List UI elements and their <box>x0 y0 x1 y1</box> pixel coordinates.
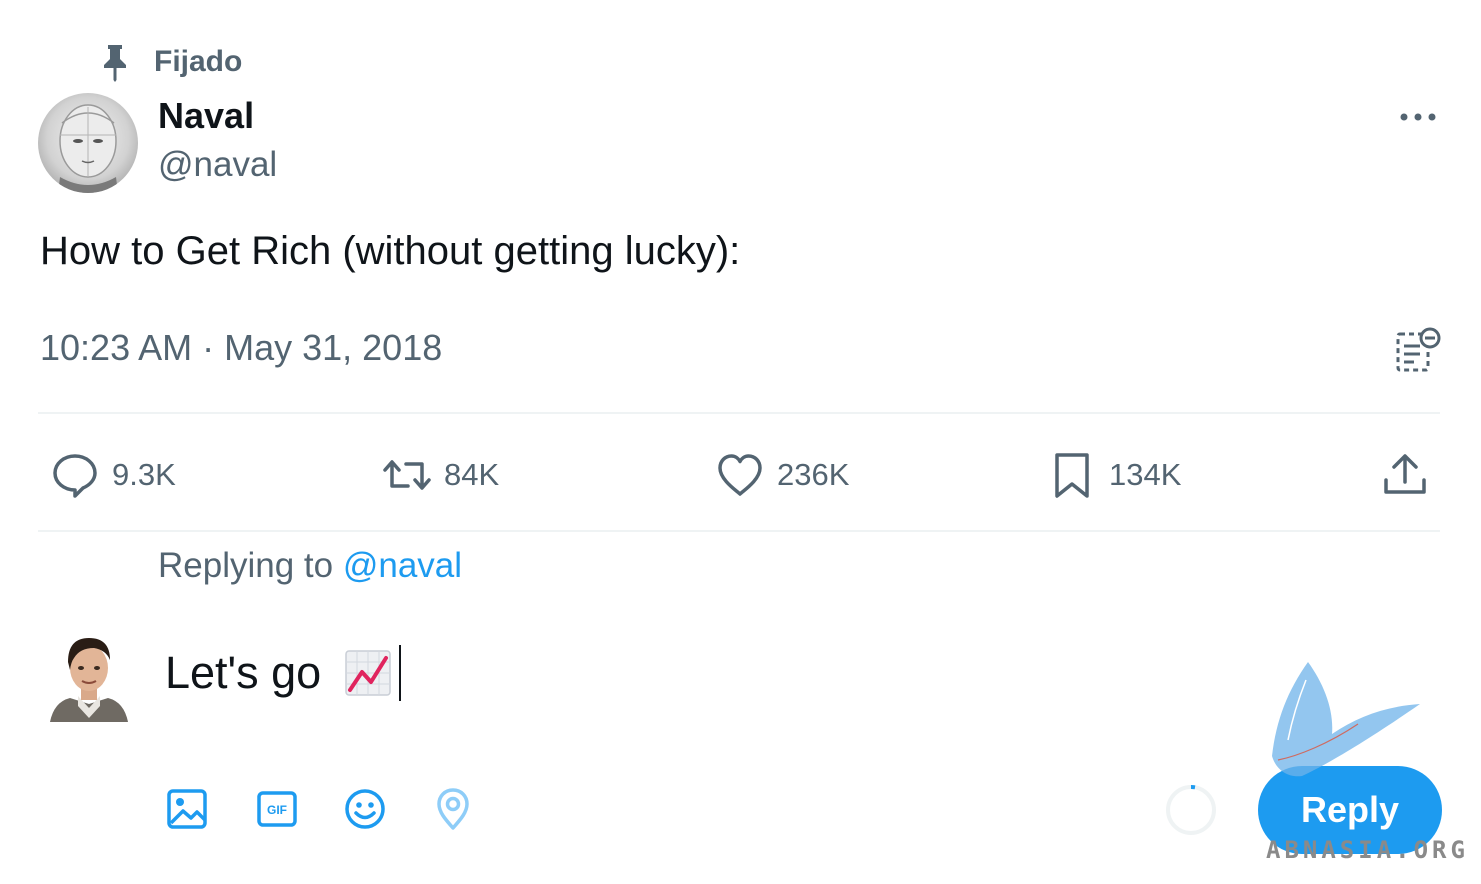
tweet-text: How to Get Rich (without getting lucky): <box>40 229 741 273</box>
replying-to-mention[interactable]: @naval <box>343 546 462 585</box>
bookmark-count: 134K <box>1109 457 1182 492</box>
share-action[interactable] <box>1380 445 1430 505</box>
image-icon <box>167 789 207 829</box>
more-icon <box>1400 113 1436 121</box>
chart-increasing-emoji <box>345 650 391 696</box>
reply-draft-text: Let's go <box>165 647 322 698</box>
text-caret <box>399 645 402 701</box>
reply-action[interactable]: 9.3K <box>50 445 176 505</box>
analytics-icon <box>1396 327 1441 372</box>
watermark-text: ABNASIA.ORG <box>1266 836 1469 864</box>
author-avatar[interactable] <box>38 93 138 193</box>
author-handle[interactable]: @naval <box>158 145 277 185</box>
location-button[interactable] <box>430 786 476 832</box>
replying-to-context: Replying to @naval <box>158 546 462 586</box>
like-action[interactable]: 236K <box>715 445 849 505</box>
character-progress-ring <box>1166 785 1216 835</box>
tweet-timestamp[interactable]: 10:23 AM · May 31, 2018 <box>40 327 442 369</box>
post-analytics-icon[interactable] <box>1392 324 1444 376</box>
emoji-icon <box>345 789 385 829</box>
user-avatar[interactable] <box>48 632 130 722</box>
retweet-icon <box>383 460 431 490</box>
comment-icon <box>53 454 97 498</box>
retweet-count: 84K <box>444 457 500 492</box>
avatar-image <box>58 104 118 193</box>
more-options-button[interactable] <box>1393 97 1443 137</box>
bookmark-icon <box>1055 453 1089 498</box>
reply-input[interactable]: Let's go <box>165 645 402 701</box>
pinned-label: Fijado <box>154 45 243 78</box>
media-button[interactable] <box>164 786 210 832</box>
bookmark-action[interactable]: 134K <box>1047 445 1181 505</box>
replying-to-label: Replying to <box>158 546 343 585</box>
location-icon <box>437 788 469 830</box>
heart-icon <box>718 454 762 496</box>
svg-text:GIF: GIF <box>267 803 287 817</box>
retweet-action[interactable]: 84K <box>382 445 499 505</box>
emoji-button[interactable] <box>342 786 388 832</box>
author-name[interactable]: Naval <box>158 95 254 137</box>
reply-count: 9.3K <box>112 457 176 492</box>
watermark-bird-logo <box>1272 662 1420 777</box>
pinned-indicator: Fijado <box>100 40 242 84</box>
divider <box>38 530 1440 532</box>
divider <box>38 412 1440 414</box>
pin-icon <box>104 45 126 82</box>
gif-icon: GIF <box>257 791 297 827</box>
avatar-image <box>50 638 128 722</box>
like-count: 236K <box>777 457 850 492</box>
share-icon <box>1384 454 1426 494</box>
gif-button[interactable]: GIF <box>254 786 300 832</box>
